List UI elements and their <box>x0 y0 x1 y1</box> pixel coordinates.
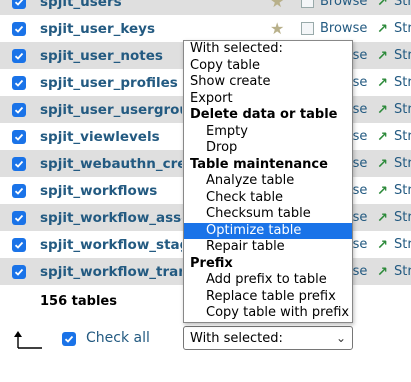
with-selected-dropdown: With selected: Copy table Show create Expor… <box>183 40 353 323</box>
dropdown-option[interactable]: Check table <box>184 190 352 207</box>
structure-icon[interactable]: ↗ <box>377 0 391 10</box>
with-selected-value: With selected: <box>190 330 283 346</box>
table-name-link[interactable]: spjit_user_keys <box>40 21 182 37</box>
structure-link[interactable]: Str <box>394 48 411 63</box>
row-checkbox[interactable] <box>12 75 26 90</box>
structure-icon[interactable]: ↗ <box>377 49 391 64</box>
star-icon[interactable]: ★ <box>270 19 284 38</box>
structure-icon[interactable]: ↗ <box>377 238 391 253</box>
structure-link[interactable]: Str <box>394 264 411 279</box>
structure-link[interactable]: Str <box>394 0 411 9</box>
row-checkbox[interactable] <box>12 0 26 9</box>
checkmark-icon <box>14 133 24 141</box>
checkmark-icon <box>14 79 24 87</box>
structure-icon[interactable]: ↗ <box>377 76 391 91</box>
dropdown-option[interactable]: Analyze table <box>184 173 352 190</box>
table-count: 156 tables <box>40 294 117 309</box>
dropdown-group-label: Delete data or table <box>190 107 338 122</box>
structure-link[interactable]: Str <box>394 210 411 225</box>
checkmark-icon <box>14 25 24 33</box>
row-checkbox[interactable] <box>12 183 26 198</box>
table-name-link[interactable]: spjit_viewlevels <box>40 129 182 145</box>
structure-link[interactable]: Str <box>394 21 411 36</box>
dropdown-option[interactable]: Add prefix to table <box>184 272 352 289</box>
table-name-link[interactable]: spjit_workflows <box>40 183 182 199</box>
dropdown-group-label: Table maintenance <box>190 156 328 172</box>
checkmark-icon <box>14 241 24 249</box>
table-name-link[interactable]: spjit_user_profiles <box>40 75 182 91</box>
structure-icon[interactable]: ↗ <box>377 22 391 37</box>
structure-icon[interactable]: ↗ <box>377 184 391 199</box>
dropdown-option[interactable]: Export <box>184 91 352 108</box>
table-name-link[interactable]: spjit_workflow_associa <box>40 210 182 226</box>
structure-icon[interactable]: ↗ <box>377 265 391 280</box>
checkmark-icon <box>64 335 74 343</box>
row-checkbox[interactable] <box>12 129 26 144</box>
checkmark-icon <box>14 187 24 195</box>
table-row: spjit_users ★ Browse ↗ Str <box>0 0 411 15</box>
table-name-link[interactable]: spjit_workflow_transiti <box>40 264 182 280</box>
dropdown-option[interactable]: Replace table prefix <box>184 289 352 306</box>
structure-icon[interactable]: ↗ <box>377 157 391 172</box>
structure-icon[interactable]: ↗ <box>377 211 391 226</box>
row-checkbox[interactable] <box>12 21 26 36</box>
dropdown-option[interactable]: Drop <box>184 140 352 157</box>
structure-link[interactable]: Str <box>394 237 411 252</box>
checkmark-icon <box>14 0 23 6</box>
checkmark-icon <box>14 160 24 168</box>
dropdown-group-label: Prefix <box>190 255 233 271</box>
structure-link[interactable]: Str <box>394 156 411 171</box>
browse-icon[interactable] <box>301 0 314 8</box>
with-selected-select[interactable]: With selected: ⌄ <box>183 326 353 350</box>
dropdown-option[interactable]: Checksum table <box>184 206 352 223</box>
browse-icon[interactable] <box>301 22 314 35</box>
row-checkbox[interactable] <box>12 48 26 63</box>
row-checkbox[interactable] <box>12 156 26 171</box>
row-checkbox[interactable] <box>12 237 26 252</box>
row-checkbox[interactable] <box>12 102 26 117</box>
dropdown-option[interactable]: Optimize table <box>184 222 352 239</box>
structure-link[interactable]: Str <box>394 129 411 144</box>
check-all-label[interactable]: Check all <box>86 330 150 346</box>
dropdown-option[interactable]: Show create <box>184 74 352 91</box>
star-icon[interactable]: ★ <box>270 0 284 11</box>
dropdown-option[interactable]: Repair table <box>184 239 352 256</box>
checkmark-icon <box>14 214 24 222</box>
checkmark-icon <box>14 106 24 114</box>
row-checkbox[interactable] <box>12 210 26 225</box>
table-name-link[interactable]: spjit_webauthn_creder <box>40 156 182 172</box>
dropdown-option[interactable]: Empty <box>184 124 352 141</box>
browse-link[interactable]: Browse <box>320 0 367 9</box>
table-name-link[interactable]: spjit_user_notes <box>40 48 182 64</box>
table-name-link[interactable]: spjit_workflow_stages <box>40 237 182 253</box>
structure-link[interactable]: Str <box>394 102 411 117</box>
checkmark-icon <box>14 52 24 60</box>
dropdown-option[interactable]: Copy table with prefix <box>184 305 352 322</box>
table-name-link[interactable]: spjit_user_usergroup_ <box>40 102 182 118</box>
structure-link[interactable]: Str <box>394 183 411 198</box>
chevron-down-icon: ⌄ <box>335 331 346 345</box>
table-name-link[interactable]: spjit_users <box>40 0 182 10</box>
browse-link[interactable]: Browse <box>320 21 367 36</box>
structure-icon[interactable]: ↗ <box>377 103 391 118</box>
dropdown-option[interactable]: Copy table <box>184 58 352 75</box>
row-checkbox[interactable] <box>12 264 26 279</box>
checkmark-icon <box>14 268 24 276</box>
arrow-up-left-icon <box>14 331 42 349</box>
structure-link[interactable]: Str <box>394 75 411 90</box>
check-all-checkbox[interactable] <box>62 332 76 346</box>
structure-icon[interactable]: ↗ <box>377 130 391 145</box>
footer-toolbar: Check all With selected: ⌄ <box>0 320 411 362</box>
dropdown-option[interactable]: With selected: <box>184 41 352 58</box>
table-row: spjit_user_keys ★ Browse ↗ Str <box>0 15 411 42</box>
